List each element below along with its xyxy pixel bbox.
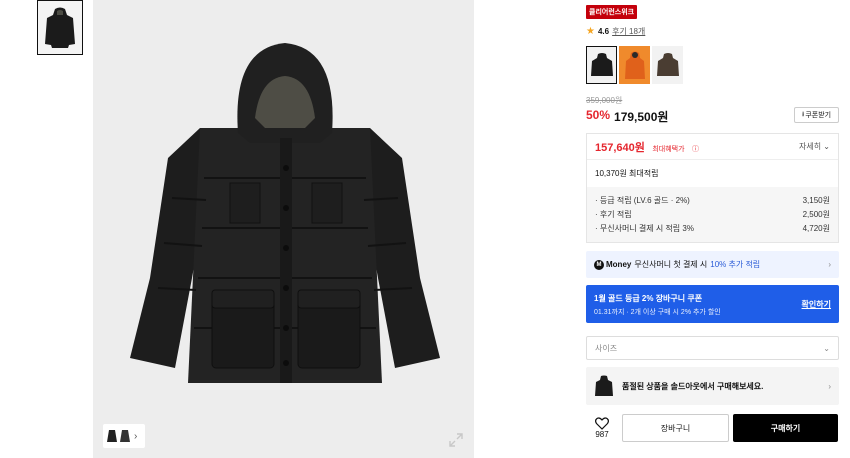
detail-label: 자세히 (798, 142, 822, 151)
swatch-brown[interactable] (652, 46, 683, 84)
money-banner-highlight: 10% 추가 적립 (710, 260, 761, 269)
coupon-button[interactable]: ⭳ 쿠폰받기 (794, 107, 839, 123)
points-row-value: 2,500원 (802, 209, 830, 219)
main-product-image[interactable]: › (93, 0, 474, 458)
points-row-label: · 후기 적립 (595, 209, 632, 219)
max-benefit-label: 최대혜택가 (652, 145, 685, 153)
money-banner-text: 무신사머니 첫 결제 시 (634, 260, 708, 269)
cart-button[interactable]: 장바구니 (622, 414, 729, 442)
max-benefit-price: 157,640원 (595, 141, 645, 154)
money-brand: Money (606, 260, 632, 269)
mini-jacket-icon (120, 430, 130, 442)
image-gallery-button[interactable]: › (103, 424, 145, 448)
reviews-link[interactable]: 후기 18개 (612, 26, 645, 37)
download-icon: ⭳ (801, 110, 805, 118)
jacket-image (130, 43, 440, 383)
rating: ★ 4.6 후기 18개 (586, 26, 645, 37)
jacket-brown-image (656, 53, 679, 76)
chevron-right-icon: › (828, 381, 831, 391)
swatch-orange[interactable] (619, 46, 650, 84)
size-select[interactable]: 사이즈 ⌄ (586, 336, 839, 360)
points-row-label: · 무신사머니 결제 시 적립 3% (595, 223, 694, 233)
product-page: › 클리어런스위크 ★ 4.6 후기 18개 359,000원 50% 179,… (0, 0, 850, 458)
mini-jacket-icon (107, 430, 117, 442)
clearance-badge: 클리어런스위크 (586, 5, 638, 19)
points-row: · 등급 적립 (LV.6 골드 · 2%) 3,150원 (595, 193, 830, 207)
discount-rate: 50% (586, 108, 611, 122)
info-icon[interactable]: ⓘ (692, 146, 699, 153)
chevron-down-icon: ⌄ (823, 343, 830, 353)
soldout-banner-text: 품절된 상품을 솔드아웃에서 구매해보세요. (622, 381, 764, 391)
star-icon: ★ (586, 26, 595, 37)
thumbnail-1[interactable] (37, 0, 83, 55)
size-select-placeholder: 사이즈 (595, 343, 618, 353)
points-row: · 무신사머니 결제 시 적립 3% 4,720원 (595, 221, 830, 235)
rating-score: 4.6 (597, 27, 610, 36)
money-logo-icon: M (594, 259, 604, 270)
jacket-thumbnail-image (45, 7, 75, 48)
points-row-value: 3,150원 (802, 195, 830, 205)
jacket-black-image (590, 53, 613, 76)
like-button[interactable]: 987 (586, 417, 618, 439)
money-banner[interactable]: M Money 무신사머니 첫 결제 시 10% 추가 적립 › (586, 251, 839, 278)
benefit-box: 157,640원 최대혜택가 ⓘ 자세히 ⌄ 10,370원 최대적립 · 등급… (586, 133, 839, 243)
jacket-soldout-image (595, 375, 613, 396)
zoom-icon[interactable] (448, 432, 464, 448)
coupon-check-link[interactable]: 확인하기 (802, 299, 831, 310)
swatch-black[interactable] (586, 46, 617, 84)
color-swatches (586, 46, 683, 84)
coupon-banner[interactable]: 1월 골드 등급 2% 장바구니 쿠폰 01.31까지 · 2개 이상 구매 시… (586, 285, 839, 323)
soldout-banner[interactable]: 품절된 상품을 솔드아웃에서 구매해보세요. › (586, 367, 839, 405)
points-row-value: 4,720원 (802, 223, 830, 233)
max-points: 10,370원 최대적립 (595, 169, 659, 178)
sale-price: 179,500원 (614, 110, 669, 124)
buy-button[interactable]: 구매하기 (733, 414, 838, 442)
original-price: 359,000원 (586, 96, 623, 105)
heart-icon (595, 417, 609, 430)
jacket-orange-image (624, 51, 645, 79)
chevron-down-icon: ⌄ (823, 142, 830, 151)
points-row: · 후기 적립 2,500원 (595, 207, 830, 221)
like-count: 987 (595, 430, 609, 439)
chevron-right-icon: › (828, 260, 831, 269)
coupon-banner-subtitle: 01.31까지 · 2개 이상 구매 시 2% 추가 할인 (594, 309, 721, 316)
points-row-label: · 등급 적립 (LV.6 골드 · 2%) (595, 195, 690, 205)
thumbnail-list (37, 0, 83, 55)
max-benefit-header[interactable]: 157,640원 최대혜택가 ⓘ 자세히 ⌄ (587, 134, 838, 160)
points-breakdown: · 등급 적립 (LV.6 골드 · 2%) 3,150원 · 후기 적립 2,… (587, 187, 838, 242)
bottom-action-bar: 987 장바구니 구매하기 (586, 413, 839, 443)
coupon-banner-title: 1월 골드 등급 2% 장바구니 쿠폰 (594, 294, 703, 303)
detail-toggle[interactable]: 자세히 ⌄ (799, 141, 830, 152)
sale-price-row: 50% 179,500원 (586, 108, 668, 125)
coupon-button-label: 쿠폰받기 (805, 112, 832, 119)
chevron-right-icon: › (134, 430, 138, 442)
